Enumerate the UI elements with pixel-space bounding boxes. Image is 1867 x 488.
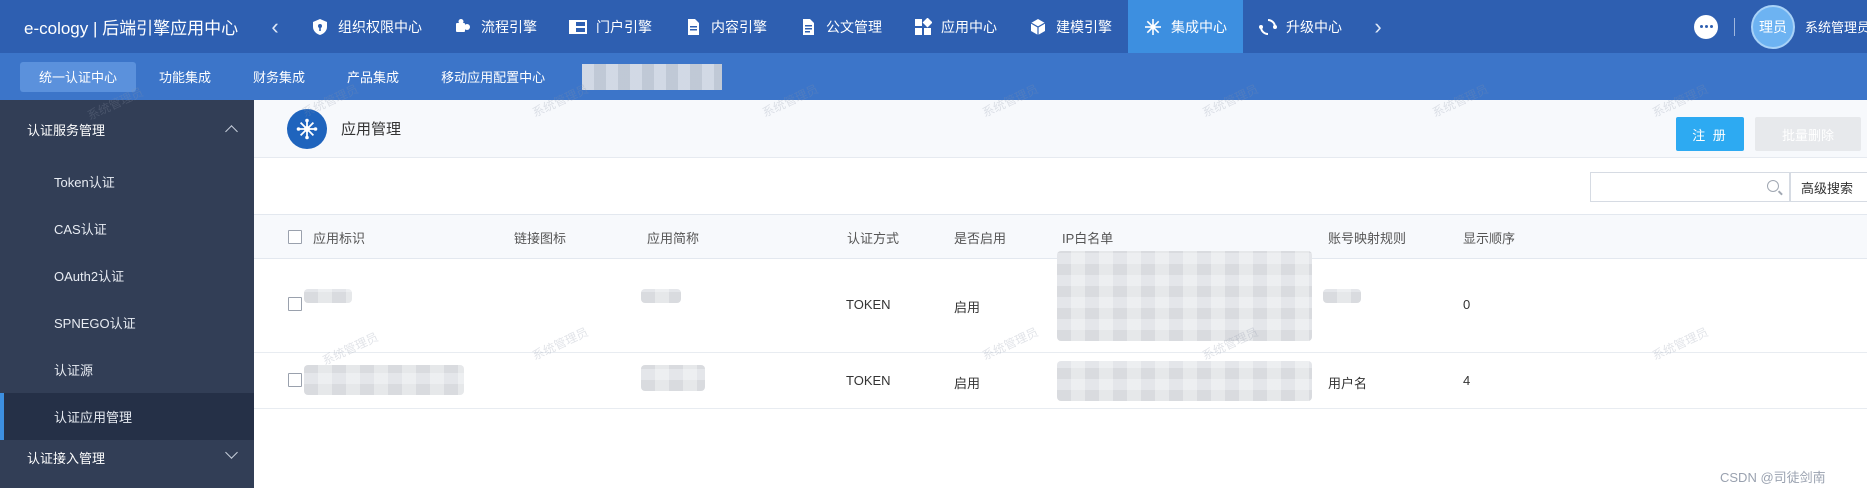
more-icon[interactable] [1694, 14, 1718, 39]
column-enabled[interactable]: 是否启用 [954, 215, 1006, 259]
tab-workflow-engine[interactable]: 流程引擎 [438, 0, 553, 53]
sub-navigation: 统一认证中心 功能集成 财务集成 产品集成 移动应用配置中心 [0, 53, 1867, 100]
tab-integration-center[interactable]: 集成中心 [1128, 0, 1243, 53]
subnav-mobile-config[interactable]: 移动应用配置中心 [422, 62, 564, 92]
account-mapping-cell: 用户名 [1328, 376, 1368, 391]
tab-label: 应用中心 [941, 18, 997, 35]
app-brand[interactable]: e-cology | 后端引擎应用中心 [0, 14, 255, 39]
select-all-checkbox[interactable] [288, 230, 302, 244]
column-display-order[interactable]: 显示顺序 [1463, 215, 1515, 259]
sidebar-group-label: 认证服务管理 [27, 122, 106, 138]
tab-label: 门户引擎 [596, 18, 652, 35]
sidebar-group-label: 认证接入管理 [27, 451, 106, 466]
search-input[interactable] [1590, 172, 1790, 202]
hub-icon [1145, 18, 1161, 35]
sidebar-item-cas[interactable]: CAS认证 [0, 205, 254, 252]
tab-org-permission[interactable]: 组织权限中心 [295, 0, 438, 53]
subnav-finance-integration[interactable]: 财务集成 [234, 62, 324, 92]
nav-scroll-right-icon[interactable]: › [1358, 0, 1398, 53]
display-order-cell: 4 [1463, 373, 1471, 388]
puzzle-icon [456, 18, 470, 32]
subnav-unified-auth[interactable]: 统一认证中心 [20, 61, 137, 92]
chevron-up-icon [225, 125, 238, 138]
tab-app-center[interactable]: 应用中心 [898, 0, 1013, 53]
user-area: 理员 系统管理员 [1694, 0, 1867, 53]
page-header: 应用管理 注 册 批量删除 [254, 100, 1867, 158]
column-link-icon[interactable]: 链接图标 [514, 215, 566, 259]
user-name[interactable]: 系统管理员 [1805, 17, 1867, 36]
cube-icon [1030, 18, 1046, 35]
tab-official-docs[interactable]: 公文管理 [783, 0, 898, 53]
tab-label: 集成中心 [1171, 18, 1227, 35]
batch-delete-button[interactable]: 批量删除 [1755, 117, 1861, 151]
sidebar-item-oauth2[interactable]: OAuth2认证 [0, 252, 254, 299]
document-icon [688, 18, 699, 35]
row-checkbox[interactable] [288, 373, 302, 387]
tab-label: 组织权限中心 [338, 18, 422, 35]
shield-icon [313, 18, 327, 35]
tab-modeling-engine[interactable]: 建模引擎 [1013, 0, 1128, 53]
table-row[interactable]: TOKEN 启用 用户名 4 [254, 353, 1867, 409]
main-content: 应用管理 注 册 批量删除 高级搜索 应用标识 链接图标 应用简称 认证方式 是… [254, 100, 1867, 488]
enabled-cell: 启用 [954, 376, 981, 391]
sync-icon [1259, 18, 1277, 35]
sidebar-group-auth-service[interactable]: 认证服务管理 [0, 100, 254, 158]
sidebar-item-spnego[interactable]: SPNEGO认证 [0, 299, 254, 346]
redacted-app-id [304, 365, 464, 395]
sidebar-group-auth-access[interactable]: 认证接入管理 [0, 440, 254, 480]
subnav-function-integration[interactable]: 功能集成 [140, 62, 230, 92]
tab-label: 内容引擎 [711, 18, 767, 35]
nav-scroll-left-icon[interactable]: ‹ [255, 0, 295, 53]
apps-icon [915, 17, 932, 35]
column-auth-method[interactable]: 认证方式 [847, 215, 899, 259]
enabled-cell: 启用 [954, 300, 981, 315]
divider [1734, 17, 1735, 36]
redacted-app-short-name [641, 365, 705, 391]
subnav-product-integration[interactable]: 产品集成 [328, 62, 418, 92]
row-checkbox[interactable] [288, 297, 302, 311]
column-app-short-name[interactable]: 应用简称 [647, 215, 699, 259]
redacted-ip-whitelist [1057, 361, 1312, 401]
register-button[interactable]: 注 册 [1676, 117, 1744, 151]
avatar[interactable]: 理员 [1751, 4, 1795, 49]
advanced-search-button[interactable]: 高级搜索 [1790, 172, 1867, 202]
tab-portal-engine[interactable]: 门户引擎 [553, 0, 668, 53]
sidebar: 认证服务管理 Token认证 CAS认证 OAuth2认证 SPNEGO认证 认… [0, 100, 254, 488]
tab-label: 公文管理 [826, 18, 882, 35]
tab-upgrade-center[interactable]: 升级中心 [1243, 0, 1358, 53]
tab-content-engine[interactable]: 内容引擎 [668, 0, 783, 53]
top-navigation-bar: e-cology | 后端引擎应用中心 ‹ 组织权限中心 流程引擎 门户引擎 内… [0, 0, 1867, 53]
redacted-app-id [304, 289, 352, 303]
display-order-cell: 0 [1463, 297, 1471, 312]
search-bar: 高级搜索 [254, 158, 1867, 215]
redacted-ip-whitelist [1057, 251, 1312, 341]
table-row[interactable]: TOKEN 启用 0 [254, 251, 1867, 353]
layout-icon [569, 19, 587, 34]
chevron-down-icon [225, 446, 238, 459]
redacted-subnav-item [582, 63, 723, 90]
search-icon[interactable] [1767, 180, 1779, 192]
module-nav: 组织权限中心 流程引擎 门户引擎 内容引擎 公文管理 应用中心 建模引擎 集成中… [295, 0, 1358, 53]
auth-method-cell: TOKEN [846, 373, 891, 388]
column-app-id[interactable]: 应用标识 [313, 215, 365, 259]
sidebar-item-token[interactable]: Token认证 [0, 158, 254, 205]
sidebar-item-auth-source[interactable]: 认证源 [0, 346, 254, 393]
tab-label: 建模引擎 [1056, 18, 1112, 35]
integration-hub-icon [287, 108, 327, 149]
file-list-icon [803, 18, 814, 35]
page-title: 应用管理 [341, 121, 402, 138]
csdn-credit: CSDN @司徒剑南 [1720, 470, 1826, 485]
column-account-mapping[interactable]: 账号映射规则 [1328, 215, 1406, 259]
tab-label: 升级中心 [1286, 18, 1342, 35]
redacted-account-mapping [1323, 289, 1361, 303]
auth-method-cell: TOKEN [846, 297, 891, 312]
redacted-app-short-name [641, 289, 681, 303]
tab-label: 流程引擎 [481, 18, 537, 35]
sidebar-item-auth-app-management[interactable]: 认证应用管理 [0, 393, 254, 440]
